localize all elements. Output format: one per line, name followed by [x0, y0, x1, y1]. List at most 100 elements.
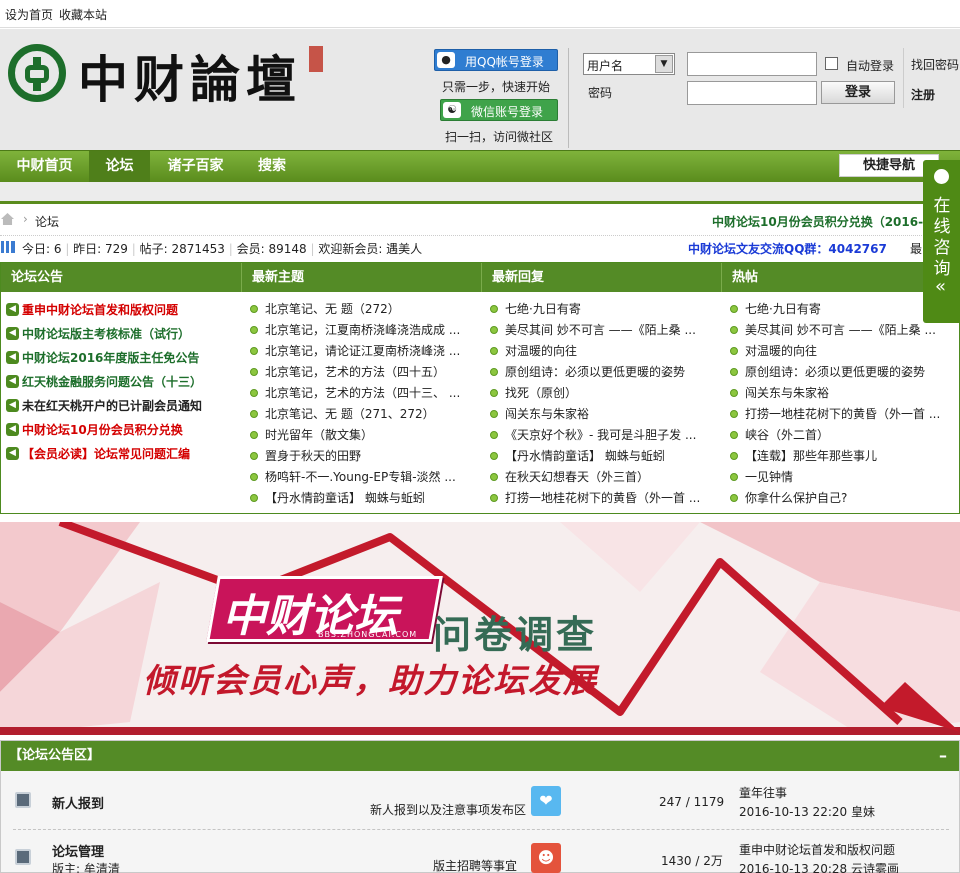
latest-topics-list: 北京笔记、无 题（272） 北京笔记，江夏南桥浇峰浇浩成成 ... 北京笔记，请论证…: [250, 299, 475, 509]
list-item[interactable]: 北京笔记，艺术的方法（四十三、 ...: [250, 383, 475, 404]
tab-latest-replies[interactable]: 最新回复: [482, 263, 722, 292]
list-item[interactable]: 对温暖的向往: [490, 341, 715, 362]
online-consult-button[interactable]: 在线咨询 «: [923, 160, 960, 323]
list-item[interactable]: 北京笔记，请论证江夏南桥浇峰浇 ...: [250, 341, 475, 362]
list-item[interactable]: 打捞一地桂花树下的黄昏（外一首 ...: [490, 488, 715, 509]
bullet-icon: [490, 368, 498, 376]
list-item[interactable]: 闯关东与朱家裕: [490, 404, 715, 425]
top-bar: 设为首页 收藏本站: [0, 0, 960, 28]
list-item[interactable]: 七绝·九日有寄: [730, 299, 955, 320]
list-item[interactable]: ◀ 红天桃金融服务问题公告（十三）: [4, 370, 240, 394]
banner-title: 问卷调查: [433, 612, 598, 657]
announcement-marquee[interactable]: 中财论坛10月份会员积分兑换（2016-: [712, 213, 923, 230]
bullet-icon: [490, 494, 498, 502]
list-item[interactable]: 原创组诗：必须以更低更暖的姿势: [490, 362, 715, 383]
speaker-icon: ◀: [6, 327, 19, 340]
list-item[interactable]: 【丹水情韵童话】 蜘蛛与蚯蚓: [250, 488, 475, 509]
bookmark-link[interactable]: 收藏本站: [59, 6, 107, 23]
list-item[interactable]: 北京笔记、无 题（271、272）: [250, 404, 475, 425]
list-item-label: 对温暖的向往: [745, 344, 818, 358]
list-item[interactable]: 找死（原创）: [490, 383, 715, 404]
list-item[interactable]: ◀ 【会员必读】论坛常见问题汇编: [4, 442, 240, 466]
qq-group-link[interactable]: 中财论坛文友交流QQ群：4042767: [688, 240, 887, 257]
set-home-link[interactable]: 设为首页: [5, 6, 53, 23]
tab-latest-topics[interactable]: 最新主题: [242, 263, 482, 292]
bullet-icon: [490, 305, 498, 313]
list-item[interactable]: ◀ 中财论坛版主考核标准（试行）: [4, 322, 240, 346]
nav-item-zhuzi[interactable]: 诸子百家: [150, 151, 241, 182]
list-item-label: 一见钟情: [745, 470, 794, 484]
list-item[interactable]: ◀ 重申中财论坛首发和版权问题: [4, 298, 240, 322]
wechat-hint: 扫一扫，访问微社区: [445, 130, 554, 144]
auto-login-checkbox[interactable]: [825, 57, 838, 70]
list-item[interactable]: 闯关东与朱家裕: [730, 383, 955, 404]
forum-description: 新人报到以及注意事项发布区: [370, 803, 527, 817]
username-type-select[interactable]: 用户名 ▼: [583, 53, 675, 75]
list-item[interactable]: 《天京好个秋》- 我可是斗胆子发 ...: [490, 425, 715, 446]
site-logo-text[interactable]: 中财論壇: [78, 40, 302, 112]
password-input[interactable]: [687, 81, 817, 105]
list-item[interactable]: 你拿什么保护自己?: [730, 488, 955, 509]
register-link[interactable]: 注册: [911, 86, 935, 103]
breadcrumb-current: 论坛: [35, 215, 60, 229]
list-item[interactable]: 北京笔记，艺术的方法（四十五）: [250, 362, 475, 383]
username-input[interactable]: [687, 52, 817, 76]
forum-status-icon: [15, 849, 31, 865]
login-button[interactable]: 登录: [821, 81, 895, 104]
speaker-icon: ◀: [6, 447, 19, 460]
list-item[interactable]: 一见钟情: [730, 467, 955, 488]
home-icon[interactable]: [1, 213, 14, 225]
list-item[interactable]: 北京笔记、无 题（272）: [250, 299, 475, 320]
list-item[interactable]: 峡谷（外二首）: [730, 425, 955, 446]
forum-name-link[interactable]: 新人报到: [52, 793, 104, 812]
bullet-icon: [730, 410, 738, 418]
list-item[interactable]: 【丹水情韵童话】 蜘蛛与蚯蚓: [490, 446, 715, 467]
panel-header: 论坛公告 最新主题 最新回复 热帖: [1, 263, 959, 292]
list-item-label: 【会员必读】论坛常见问题汇编: [22, 447, 191, 461]
list-item[interactable]: ◀ 中财论坛2016年度版主任免公告: [4, 346, 240, 370]
list-item[interactable]: 时光留年（散文集）: [250, 425, 475, 446]
nav-item-forum[interactable]: 论坛: [89, 151, 150, 182]
list-item[interactable]: 美尽其间 妙不可言 ——《陌上桑 ...: [490, 320, 715, 341]
list-item[interactable]: 美尽其间 妙不可言 ——《陌上桑 ...: [730, 320, 955, 341]
bullet-icon: [730, 305, 738, 313]
bullet-icon: [250, 473, 258, 481]
list-item[interactable]: 置身于秋天的田野: [250, 446, 475, 467]
speaker-icon: ◀: [6, 375, 19, 388]
list-item-label: 美尽其间 妙不可言 ——《陌上桑 ...: [745, 323, 936, 337]
qq-login-button[interactable]: ● 用QQ帐号登录: [434, 49, 558, 71]
tab-announcements[interactable]: 论坛公告: [1, 263, 242, 292]
section-title[interactable]: 【论坛公告区】: [9, 748, 100, 763]
list-item-label: 【丹水情韵童话】 蜘蛛与蚯蚓: [265, 491, 425, 505]
list-item[interactable]: 杨鸣轩-不一.Young-EP专辑-淡然 ...: [250, 467, 475, 488]
last-post-title[interactable]: 重申中财论坛首发和版权问题: [739, 841, 895, 858]
nav-item-home[interactable]: 中财首页: [0, 151, 89, 182]
bullet-icon: [490, 473, 498, 481]
list-item[interactable]: 原创组诗：必须以更低更暖的姿势: [730, 362, 955, 383]
hot-posts-list: 七绝·九日有寄美尽其间 妙不可言 ——《陌上桑 ... 对温暖的向往原创组诗：必须…: [730, 299, 955, 509]
list-item[interactable]: 打捞一地桂花树下的黄昏（外一首 ...: [730, 404, 955, 425]
new-member-link[interactable]: 遇美人: [386, 242, 422, 256]
list-item[interactable]: 对温暖的向往: [730, 341, 955, 362]
nav-subbar: [0, 182, 960, 202]
forum-counts: 247 / 1179: [659, 795, 725, 809]
survey-banner[interactable]: 中财论坛 BBS.ZHONGCAI.COM 问卷调查 倾听会员心声，助力论坛发展: [0, 522, 960, 735]
bullet-icon: [250, 452, 258, 460]
list-item-label: 在秋天幻想春天（外三首）: [505, 470, 650, 484]
bullet-icon: [730, 473, 738, 481]
bullet-icon: [730, 452, 738, 460]
stats-posts: 2871453: [171, 242, 225, 256]
collapse-icon[interactable]: –: [939, 741, 947, 771]
nav-item-search[interactable]: 搜索: [241, 151, 303, 182]
list-item[interactable]: 在秋天幻想春天（外三首）: [490, 467, 715, 488]
list-item[interactable]: 【连载】那些年那些事儿: [730, 446, 955, 467]
list-item[interactable]: ◀ 中财论坛10月份会员积分兑换: [4, 418, 240, 442]
divider: [568, 48, 569, 148]
list-item[interactable]: 北京笔记，江夏南桥浇峰浇浩成成 ...: [250, 320, 475, 341]
list-item[interactable]: 七绝·九日有寄: [490, 299, 715, 320]
wechat-login-button[interactable]: ☯ 微信账号登录: [440, 99, 558, 121]
list-item[interactable]: ◀ 未在红天桃开户的已计副会员通知: [4, 394, 240, 418]
forum-name-link[interactable]: 论坛管理: [52, 841, 104, 860]
forgot-password-link[interactable]: 找回密码: [911, 56, 959, 73]
last-post-title[interactable]: 童年往事: [739, 784, 787, 801]
